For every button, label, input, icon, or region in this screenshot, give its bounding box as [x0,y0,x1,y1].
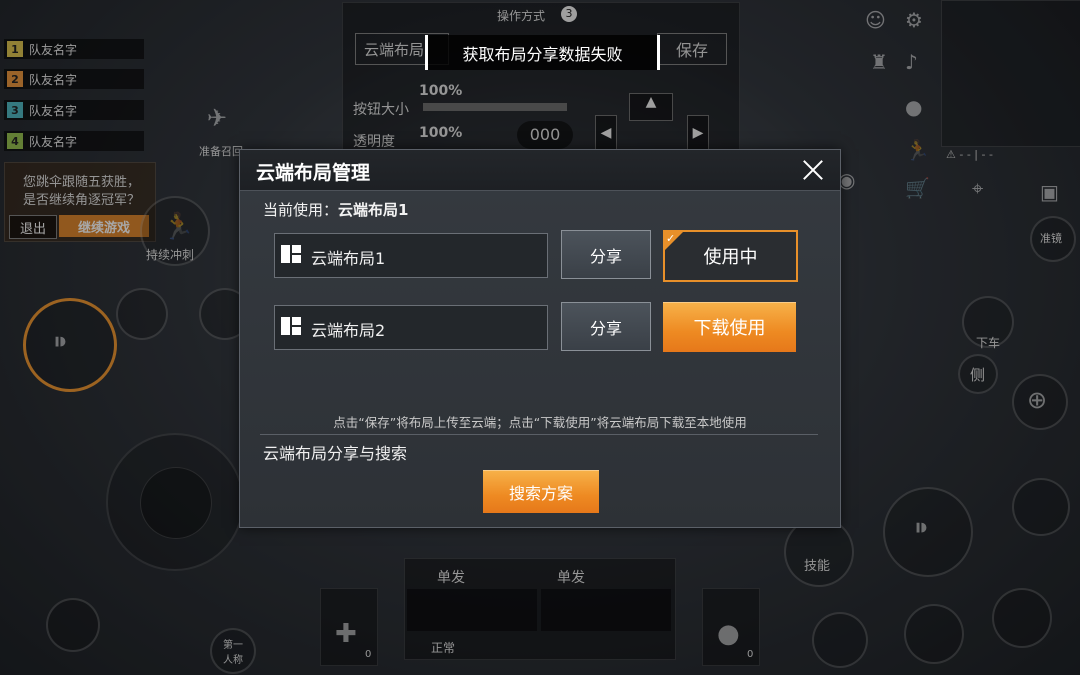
layout-field-1: 云端布局1 [274,233,548,278]
check-icon: ✓ [666,232,676,245]
close-icon[interactable] [798,155,828,185]
cloud-layout-dialog: 云端布局管理 当前使用：云端布局1 云端布局1 分享 ✓ 使用中 云端布局2 分… [239,149,841,528]
share-button-2[interactable]: 分享 [561,302,651,351]
current-layout-prefix: 当前使用： [263,201,339,219]
toast-message: 获取布局分享数据失败 [462,44,623,64]
in-use-label: 使用中 [703,247,758,268]
divider [260,434,818,435]
current-layout-text: 当前使用：云端布局1 [263,199,408,220]
error-toast: 获取布局分享数据失败 [425,35,660,70]
current-layout-value: 云端布局1 [338,201,409,219]
in-use-button[interactable]: ✓ 使用中 [663,230,798,282]
hint-text: 点击“保存”将布局上传至云端；点击“下载使用”将云端布局下载至本地使用 [333,415,747,430]
layout-field-2: 云端布局2 [274,305,548,350]
layout-name: 云端布局2 [311,321,386,340]
dialog-title: 云端布局管理 [256,162,371,184]
search-plan-button[interactable]: 搜索方案 [483,470,599,513]
share-button-1[interactable]: 分享 [561,230,651,279]
layout-grid-icon [281,245,301,263]
dialog-header: 云端布局管理 [240,150,840,191]
layout-grid-icon [281,317,301,335]
layout-name: 云端布局1 [311,249,386,268]
share-search-section-title: 云端布局分享与搜索 [263,444,408,463]
download-use-button[interactable]: 下载使用 [663,302,796,352]
